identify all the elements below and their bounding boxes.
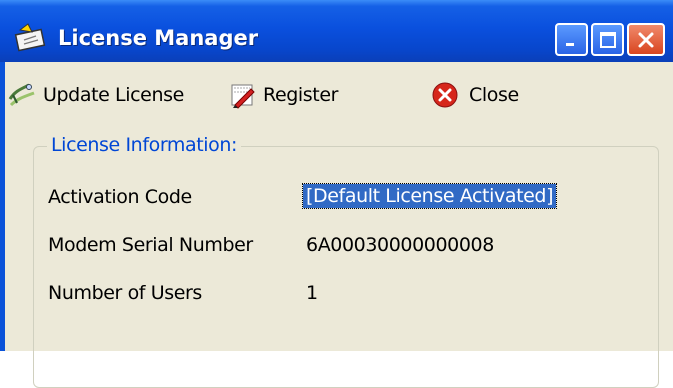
close-circle-icon xyxy=(432,82,458,108)
client-area: Update License Register Close License In… xyxy=(5,62,673,388)
close-label: Close xyxy=(469,84,519,106)
window-title: License Manager xyxy=(58,26,259,50)
activation-code-value[interactable]: [Default License Activated] xyxy=(301,183,558,209)
register-label: Register xyxy=(263,84,339,106)
license-manager-window: License Manager Update License Register … xyxy=(0,0,673,388)
update-license-icon xyxy=(8,83,35,107)
minimize-button[interactable] xyxy=(555,23,588,56)
license-info-groupbox xyxy=(33,146,659,388)
maximize-button[interactable] xyxy=(591,23,624,56)
number-of-users-value: 1 xyxy=(306,282,318,304)
number-of-users-label: Number of Users xyxy=(48,282,202,304)
license-info-heading: License Information: xyxy=(47,134,242,156)
title-bar[interactable]: License Manager xyxy=(0,0,673,62)
update-license-button[interactable]: Update License xyxy=(7,80,184,110)
update-license-label: Update License xyxy=(43,84,184,106)
close-x-icon xyxy=(638,32,654,47)
window-close-button[interactable] xyxy=(627,23,665,56)
maximize-icon xyxy=(599,31,616,48)
modem-serial-label: Modem Serial Number xyxy=(48,234,253,256)
license-app-icon xyxy=(14,23,46,52)
close-button[interactable]: Close xyxy=(431,80,519,110)
toolbar: Update License Register Close xyxy=(5,76,673,112)
activation-code-label: Activation Code xyxy=(48,186,192,208)
register-button[interactable]: Register xyxy=(229,80,338,110)
modem-serial-value: 6A00030000000008 xyxy=(306,234,494,256)
register-icon xyxy=(231,84,255,109)
minimize-icon xyxy=(565,42,574,46)
